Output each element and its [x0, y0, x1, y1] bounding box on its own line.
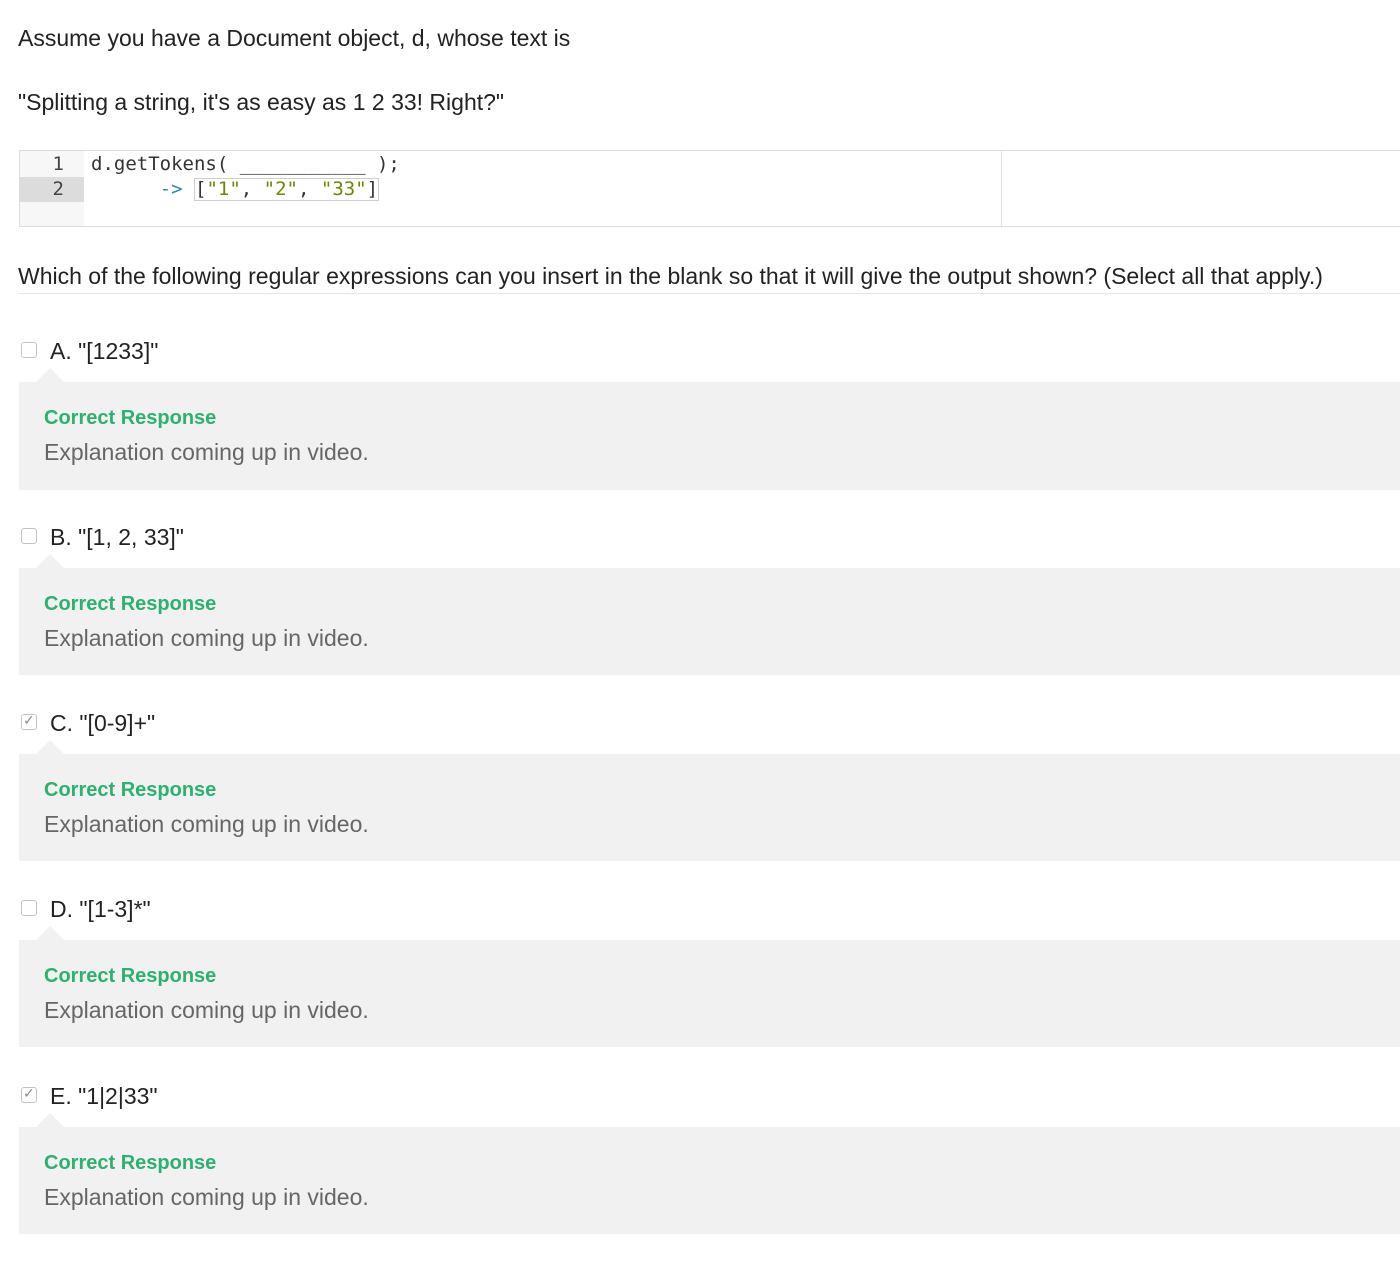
option-checkbox[interactable]: ✓ [21, 1086, 37, 1103]
option-label[interactable]: D. "[1-3]*" [50, 895, 151, 923]
code-block: 1 2 d.getTokens( ___________ ); -> ["1",… [19, 150, 1400, 227]
option-label[interactable]: A. "[1233]" [50, 337, 158, 365]
feedback-pointer [36, 554, 64, 568]
result-array: ["1", "2", "33"] [193, 178, 380, 201]
feedback-text: Explanation coming up in video. [44, 439, 369, 465]
feedback-panel: Correct Response Explanation coming up i… [19, 382, 1400, 490]
feedback-pointer [36, 740, 64, 754]
check-icon: ✓ [23, 1086, 35, 1102]
option-label[interactable]: C. "[0-9]+" [50, 709, 155, 737]
string-token: "1" [206, 178, 241, 200]
option-checkbox[interactable] [21, 342, 37, 358]
question-text: Which of the following regular expressio… [18, 263, 1323, 289]
feedback-title: Correct Response [44, 779, 217, 801]
feedback-pointer [36, 1113, 64, 1127]
feedback-panel: Correct Response Explanation coming up i… [19, 568, 1400, 675]
separator: , [297, 178, 321, 200]
feedback-title: Correct Response [44, 593, 217, 615]
separator: , [240, 178, 264, 200]
code-line-1: d.getTokens( ___________ ); [91, 153, 400, 175]
line-number: 1 [52, 153, 64, 175]
option-label[interactable]: B. "[1, 2, 33]" [50, 523, 184, 551]
feedback-pointer [36, 368, 64, 382]
feedback-panel: Correct Response Explanation coming up i… [19, 1127, 1400, 1234]
string-token: "2" [263, 178, 298, 200]
code-divider [1001, 151, 1002, 226]
close-bracket: ] [366, 178, 379, 200]
feedback-panel: Correct Response Explanation coming up i… [19, 940, 1400, 1047]
line-number: 2 [20, 177, 84, 202]
feedback-text: Explanation coming up in video. [44, 997, 369, 1023]
feedback-pointer [36, 926, 64, 940]
open-bracket: [ [194, 178, 207, 200]
string-token: "33" [320, 178, 367, 200]
feedback-text: Explanation coming up in video. [44, 1184, 369, 1210]
divider [18, 293, 1400, 294]
arrow-token: -> [159, 178, 183, 200]
feedback-text: Explanation coming up in video. [44, 625, 369, 651]
option-checkbox[interactable] [21, 900, 37, 916]
feedback-title: Correct Response [44, 407, 217, 429]
feedback-panel: Correct Response Explanation coming up i… [19, 754, 1400, 861]
check-icon: ✓ [23, 713, 35, 729]
feedback-title: Correct Response [44, 965, 217, 987]
feedback-title: Correct Response [44, 1152, 217, 1174]
option-checkbox[interactable] [21, 528, 37, 544]
code-line-2: -> ["1", "2", "33"] [91, 177, 380, 202]
prompt-quoted-text: "Splitting a string, it's as easy as 1 2… [18, 89, 505, 115]
option-label[interactable]: E. "1|2|33" [50, 1082, 158, 1110]
code-gutter: 1 2 [20, 151, 84, 226]
prompt-intro: Assume you have a Document object, d, wh… [18, 25, 571, 51]
option-checkbox[interactable]: ✓ [21, 713, 37, 730]
feedback-text: Explanation coming up in video. [44, 811, 369, 837]
